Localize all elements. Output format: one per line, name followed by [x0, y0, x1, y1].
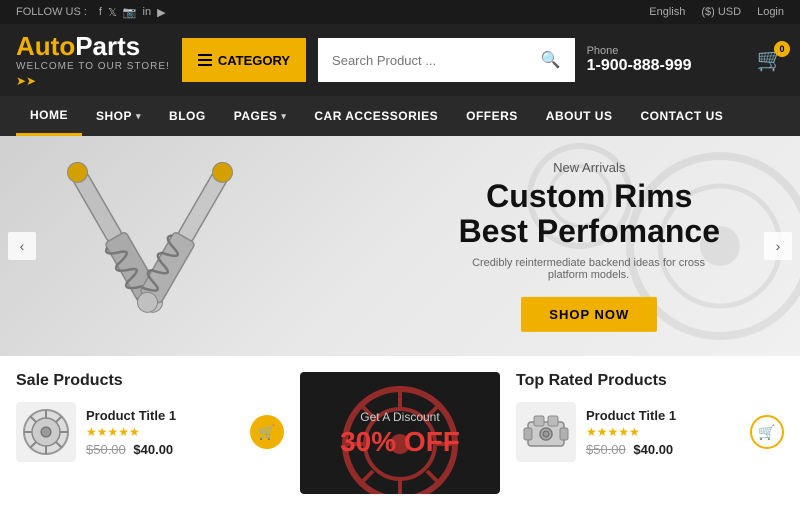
sale-product-item: Product Title 1 ★★★★★ $50.00 $40.00 🛒 — [16, 402, 284, 462]
top-rated-product-name: Product Title 1 — [586, 408, 740, 423]
top-rated-product-price: $50.00 $40.00 — [586, 442, 740, 457]
facebook-icon[interactable]: f — [99, 6, 102, 18]
search-bar: 🔍 — [318, 38, 575, 82]
sale-product-price: $50.00 $40.00 — [86, 442, 240, 457]
sale-add-to-cart-button[interactable]: 🛒 — [250, 415, 284, 449]
nav-about[interactable]: ABOUT US — [532, 96, 627, 136]
nav-offers[interactable]: OFFERS — [452, 96, 532, 136]
hero-subtitle: New Arrivals — [459, 160, 720, 175]
instagram-icon[interactable]: 📷 — [123, 6, 137, 19]
hero-section: New Arrivals Custom Rims Best Perfomance… — [0, 136, 800, 356]
hero-description: Credibly reintermediate backend ideas fo… — [459, 257, 719, 281]
youtube-icon[interactable]: ▶ — [157, 6, 165, 19]
nav-home[interactable]: HOME — [16, 96, 82, 136]
engine-icon — [520, 406, 572, 458]
sale-price-new: $40.00 — [133, 442, 173, 457]
top-bar-right: English ($) USD Login — [649, 6, 784, 18]
logo-parts: Parts — [75, 31, 140, 61]
top-bar: FOLLOW US : f 𝕏 📷 in ▶ English ($) USD L… — [0, 0, 800, 24]
social-section: FOLLOW US : f 𝕏 📷 in ▶ — [16, 6, 166, 19]
linkedin-icon[interactable]: in — [143, 6, 152, 18]
follow-label: FOLLOW US : — [16, 6, 87, 18]
hero-next-button[interactable]: › — [764, 232, 792, 260]
top-rated-add-to-cart-button[interactable]: 🛒 — [750, 415, 784, 449]
main-nav: HOME SHOP ▾ BLOG PAGES ▾ CAR ACCESSORIES… — [0, 96, 800, 136]
header: AutoParts WELCOME TO OUR STORE! ➤➤ CATEG… — [0, 24, 800, 96]
logo[interactable]: AutoParts WELCOME TO OUR STORE! ➤➤ — [16, 33, 170, 88]
nav-shop[interactable]: SHOP ▾ — [82, 96, 155, 136]
top-rated-product-thumbnail — [516, 402, 576, 462]
search-button[interactable]: 🔍 — [527, 38, 575, 82]
language-selector[interactable]: English — [649, 6, 685, 18]
phone-number: 1-900-888-999 — [587, 57, 692, 75]
sale-price-old: $50.00 — [86, 442, 126, 457]
category-button[interactable]: CATEGORY — [182, 38, 306, 82]
top-rated-product-item: Product Title 1 ★★★★★ $50.00 $40.00 🛒 — [516, 402, 784, 462]
category-label: CATEGORY — [218, 53, 290, 68]
cart-icon[interactable]: 🛒 0 — [757, 47, 784, 73]
hero-title: Custom Rims Best Perfomance — [459, 179, 720, 249]
phone-section: Phone 1-900-888-999 — [587, 45, 737, 75]
sale-product-name: Product Title 1 — [86, 408, 240, 423]
hamburger-icon — [198, 54, 212, 66]
cart-badge: 0 — [774, 41, 790, 57]
shock-absorber-svg — [50, 151, 250, 341]
hero-cta-button[interactable]: SHOP NOW — [521, 297, 657, 332]
hero-product-image — [40, 146, 260, 346]
nav-pages[interactable]: PAGES ▾ — [220, 96, 301, 136]
logo-auto: Auto — [16, 31, 75, 61]
wheel-icon — [20, 406, 72, 458]
promo-content: Get A Discount 30% OFF — [340, 410, 460, 456]
promo-banner[interactable]: Get A Discount 30% OFF — [300, 372, 500, 494]
top-rated-product-stars: ★★★★★ — [586, 425, 740, 439]
social-icons: f 𝕏 📷 in ▶ — [99, 6, 166, 19]
sale-products-section: Sale Products Product Title — [16, 372, 284, 494]
bottom-section: Sale Products Product Title — [0, 356, 800, 510]
nav-contact[interactable]: CONTACT US — [626, 96, 737, 136]
top-rated-price-old: $50.00 — [586, 442, 626, 457]
top-rated-price-new: $40.00 — [633, 442, 673, 457]
logo-subtitle: WELCOME TO OUR STORE! — [16, 61, 170, 72]
currency-display: ($) USD — [701, 6, 741, 18]
sale-product-thumbnail — [16, 402, 76, 462]
sale-product-stars: ★★★★★ — [86, 425, 240, 439]
hero-content: New Arrivals Custom Rims Best Perfomance… — [459, 160, 720, 332]
logo-decoration: ➤➤ — [16, 74, 170, 88]
promo-label: Get A Discount — [340, 410, 460, 424]
top-rated-product-info: Product Title 1 ★★★★★ $50.00 $40.00 — [586, 408, 740, 457]
nav-blog[interactable]: BLOG — [155, 96, 220, 136]
search-input[interactable] — [318, 38, 527, 82]
phone-label: Phone — [587, 45, 619, 57]
top-rated-title: Top Rated Products — [516, 372, 784, 390]
sale-product-info: Product Title 1 ★★★★★ $50.00 $40.00 — [86, 408, 240, 457]
login-link[interactable]: Login — [757, 6, 784, 18]
top-rated-section: Top Rated Products Product Title 1 ★★★★★… — [516, 372, 784, 494]
hero-prev-button[interactable]: ‹ — [8, 232, 36, 260]
nav-car-accessories[interactable]: CAR ACCESSORIES — [300, 96, 452, 136]
twitter-icon[interactable]: 𝕏 — [108, 6, 117, 19]
promo-discount: 30% OFF — [340, 428, 460, 456]
sale-products-title: Sale Products — [16, 372, 284, 390]
